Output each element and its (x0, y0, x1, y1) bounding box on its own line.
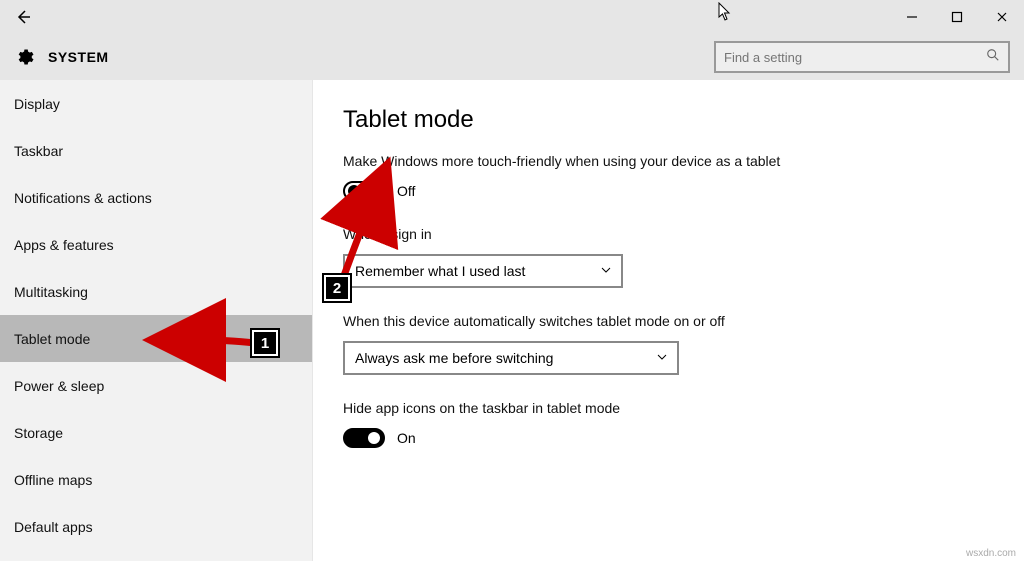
close-icon (996, 11, 1008, 23)
sidebar-item-label: Display (14, 96, 60, 112)
toggle-knob (348, 185, 360, 197)
sidebar-item-label: Apps & features (14, 237, 114, 253)
chevron-down-icon (657, 352, 667, 363)
sidebar-item-multitasking[interactable]: Multitasking (0, 268, 312, 315)
hide-icons-label: Hide app icons on the taskbar in tablet … (343, 399, 783, 418)
sidebar-item-label: Tablet mode (14, 331, 90, 347)
sidebar-item-offline-maps[interactable]: Offline maps (0, 456, 312, 503)
page-title: Tablet mode (343, 106, 994, 134)
sidebar-item-storage[interactable]: Storage (0, 409, 312, 456)
close-button[interactable] (979, 0, 1024, 34)
sidebar-item-taskbar[interactable]: Taskbar (0, 127, 312, 174)
sidebar-item-power-sleep[interactable]: Power & sleep (0, 362, 312, 409)
header: SYSTEM (0, 34, 1024, 80)
touch-friendly-label: Make Windows more touch-friendly when us… (343, 152, 783, 171)
touch-toggle[interactable] (343, 181, 385, 201)
sidebar-item-tablet-mode[interactable]: Tablet mode (0, 315, 312, 362)
signin-select-value: Remember what I used last (355, 263, 525, 279)
mouse-cursor-icon (718, 2, 732, 27)
sidebar: Display Taskbar Notifications & actions … (0, 80, 313, 561)
signin-label: When I sign in (343, 225, 783, 244)
sidebar-item-apps-features[interactable]: Apps & features (0, 221, 312, 268)
back-arrow-icon (14, 8, 32, 26)
auto-switch-select[interactable]: Always ask me before switching (343, 341, 679, 375)
sidebar-item-notifications[interactable]: Notifications & actions (0, 174, 312, 221)
maximize-button[interactable] (934, 0, 979, 34)
sidebar-item-label: Notifications & actions (14, 190, 152, 206)
touch-toggle-row: Off (343, 181, 994, 201)
sidebar-item-label: Taskbar (14, 143, 63, 159)
search-input-wrap[interactable] (714, 41, 1010, 73)
search-icon (986, 48, 1000, 67)
window-controls (889, 0, 1024, 34)
chevron-down-icon (601, 265, 611, 276)
sidebar-item-label: Offline maps (14, 472, 92, 488)
titlebar (0, 0, 1024, 34)
hide-toggle-text: On (397, 430, 416, 446)
watermark: wsxdn.com (966, 548, 1016, 559)
sidebar-item-label: Default apps (14, 519, 93, 535)
sidebar-item-label: Multitasking (14, 284, 88, 300)
search-input[interactable] (724, 50, 986, 65)
hide-toggle-row: On (343, 428, 994, 448)
sidebar-item-default-apps[interactable]: Default apps (0, 503, 312, 550)
auto-switch-select-value: Always ask me before switching (355, 350, 553, 366)
touch-toggle-text: Off (397, 183, 415, 199)
toggle-knob (368, 432, 380, 444)
content-pane: Tablet mode Make Windows more touch-frie… (313, 80, 1024, 561)
sidebar-item-label: Storage (14, 425, 63, 441)
sidebar-item-display[interactable]: Display (0, 80, 312, 127)
auto-switch-label: When this device automatically switches … (343, 312, 783, 331)
minimize-button[interactable] (889, 0, 934, 34)
header-title: SYSTEM (48, 49, 109, 65)
hide-toggle[interactable] (343, 428, 385, 448)
minimize-icon (906, 11, 918, 23)
signin-select[interactable]: Remember what I used last (343, 254, 623, 288)
gear-icon (14, 47, 34, 67)
sidebar-item-label: Power & sleep (14, 378, 104, 394)
back-button[interactable] (0, 0, 46, 34)
main: Display Taskbar Notifications & actions … (0, 80, 1024, 561)
maximize-icon (951, 11, 963, 23)
